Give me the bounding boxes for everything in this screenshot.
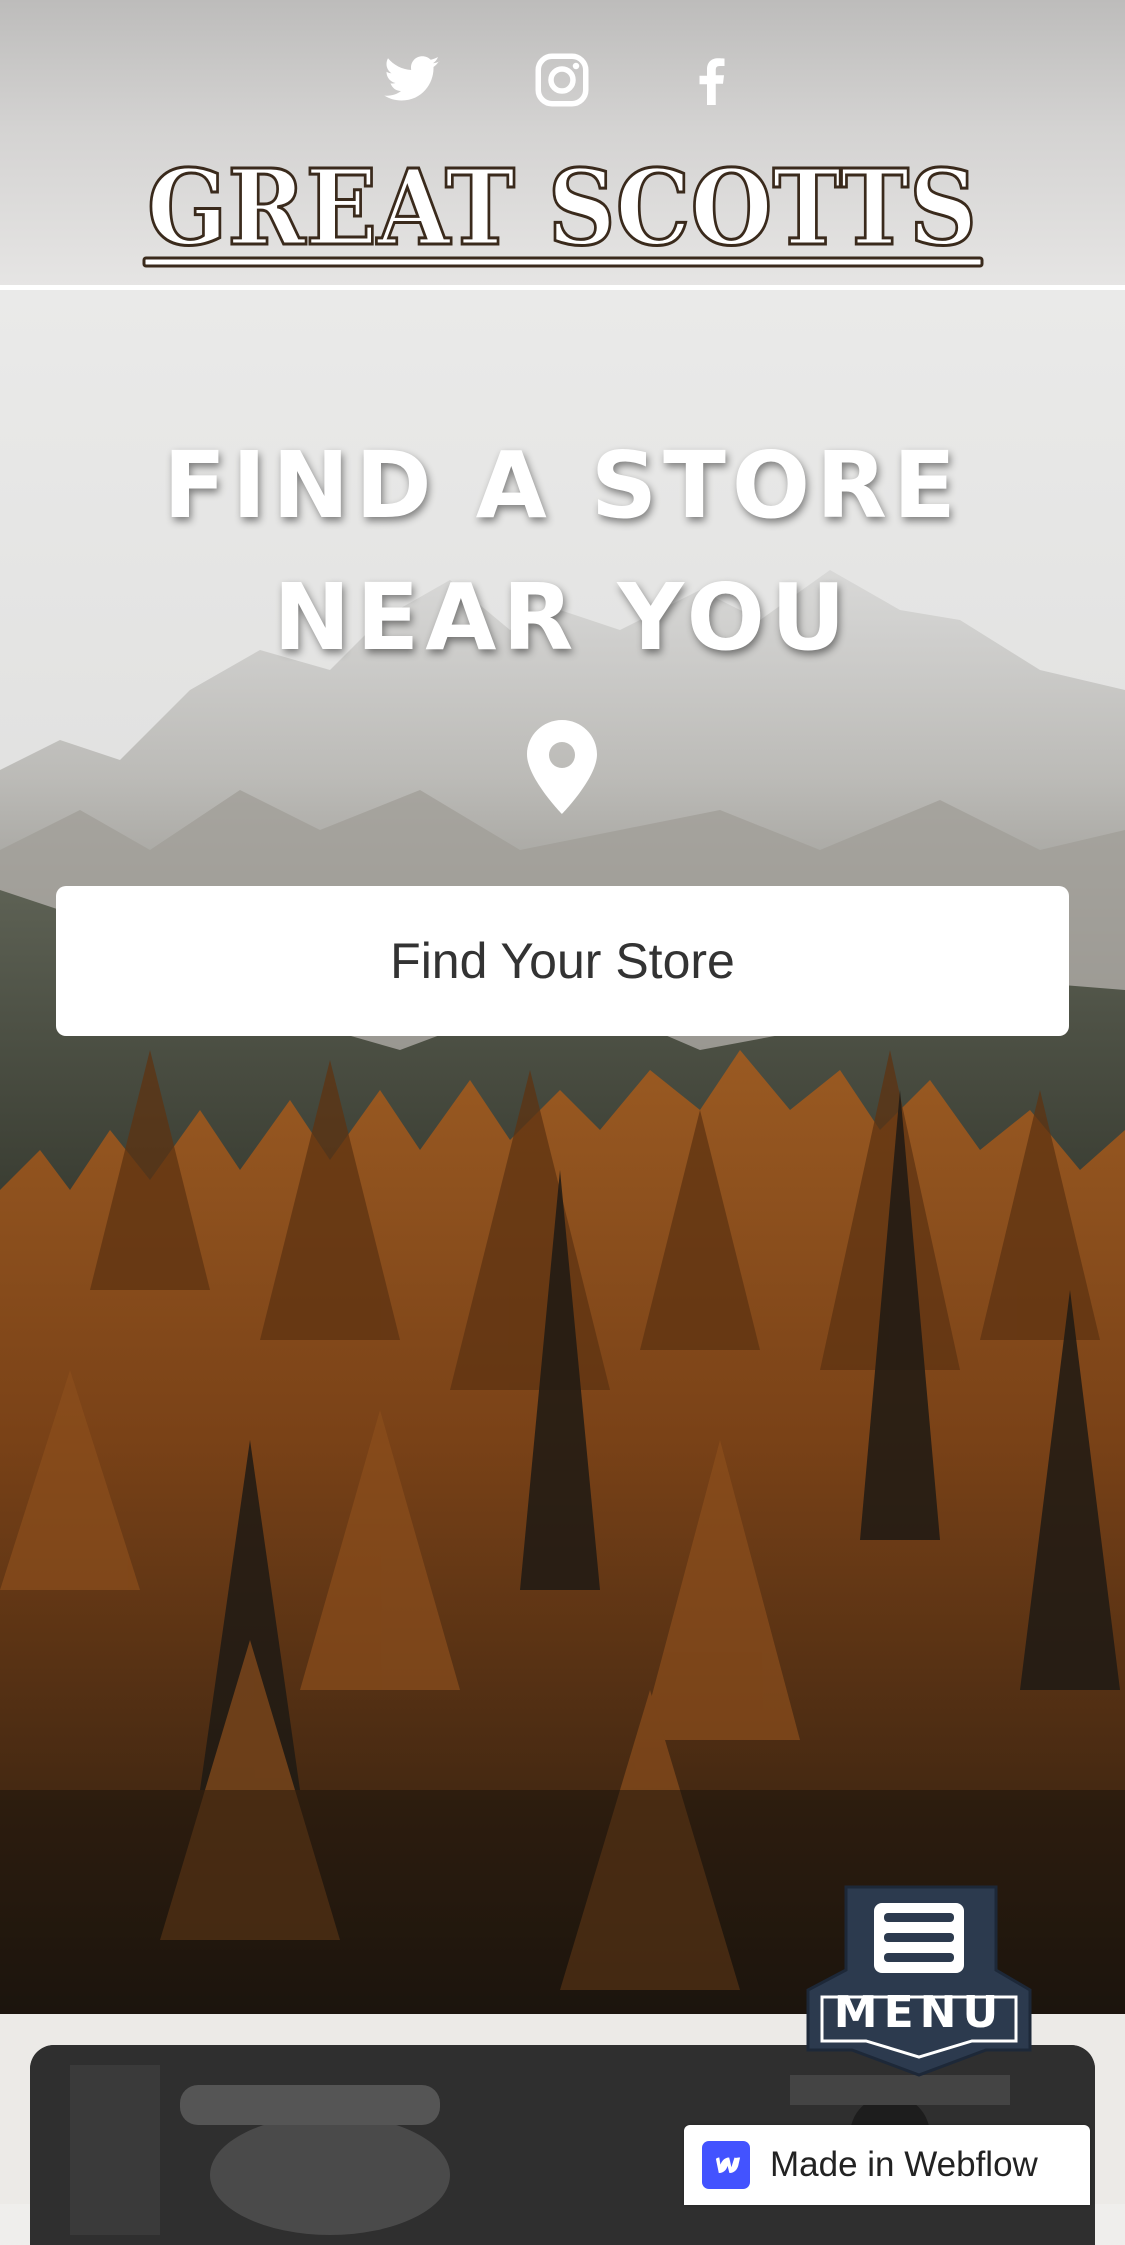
hamburger-icon [884,1913,954,1962]
hero-title: FIND A STORE NEAR YOU [0,420,1125,684]
great-scotts-logo[interactable]: GREAT SCOTTS [140,145,985,278]
site-header: GREAT SCOTTS [0,0,1125,287]
twitter-icon[interactable] [382,50,442,110]
map-pin-icon [527,720,597,814]
webflow-icon [702,2141,750,2189]
menu-label: MENU [833,1987,1005,2038]
hero-title-line-2: NEAR YOU [273,564,852,671]
instagram-icon[interactable] [532,50,592,110]
made-in-webflow-badge[interactable]: Made in Webflow [684,2125,1090,2205]
logo-text: GREAT SCOTTS [147,146,977,269]
hero-section: FIND A STORE NEAR YOU Find Your Store [0,290,1125,2014]
facebook-icon[interactable] [682,50,742,110]
made-in-webflow-label: Made in Webflow [770,2145,1038,2184]
find-your-store-button[interactable]: Find Your Store [56,886,1069,1036]
menu-button[interactable]: MENU [806,1885,1032,2077]
hero-title-line-1: FIND A STORE [163,432,962,539]
